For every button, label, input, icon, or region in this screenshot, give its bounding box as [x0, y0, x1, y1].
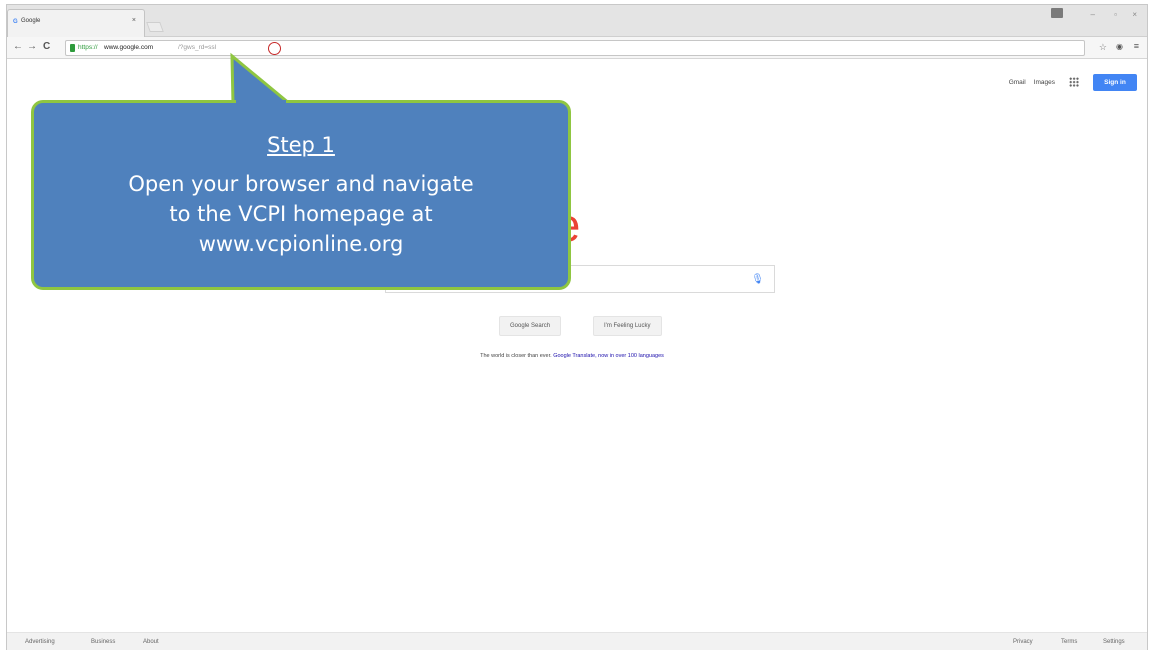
- bookmark-star-icon[interactable]: ☆: [1099, 42, 1107, 53]
- tab-google[interactable]: G Google ×: [7, 9, 145, 37]
- callout-title: Step 1: [267, 133, 335, 157]
- restore-icon[interactable]: ▫: [1114, 10, 1117, 19]
- google-topbar: Gmail Images Sign in: [1009, 72, 1137, 92]
- new-tab-button[interactable]: [146, 22, 164, 32]
- footer-terms-link[interactable]: Terms: [1061, 639, 1077, 645]
- address-bar[interactable]: https:// www.google.com /?gws_rd=ssl: [65, 40, 1085, 56]
- promo-link[interactable]: Google Translate, now in over 100 langua…: [553, 353, 664, 359]
- gmail-link[interactable]: Gmail: [1009, 79, 1026, 86]
- apps-grid-icon[interactable]: [1069, 77, 1079, 87]
- images-link[interactable]: Images: [1034, 79, 1055, 86]
- footer-business-link[interactable]: Business: [91, 639, 115, 645]
- footer-privacy-link[interactable]: Privacy: [1013, 639, 1033, 645]
- sign-in-button[interactable]: Sign in: [1093, 73, 1137, 91]
- click-indicator-circle: [268, 42, 281, 55]
- menu-icon[interactable]: ≡: [1134, 41, 1139, 51]
- footer-about-link[interactable]: About: [143, 639, 159, 645]
- promo-text: The world is closer than ever. Google Tr…: [307, 353, 837, 359]
- google-favicon-icon: G: [13, 19, 18, 25]
- user-profile-icon[interactable]: [1051, 8, 1063, 18]
- tab-strip: G Google × – ▫ ×: [7, 5, 1147, 37]
- lock-icon: [70, 44, 75, 52]
- footer-advertising-link[interactable]: Advertising: [25, 639, 55, 645]
- url-path: /?gws_rd=ssl: [178, 44, 217, 51]
- callout-text: Open your browser and navigate to the VC…: [128, 172, 474, 256]
- instruction-callout: Step 1 Open your browser and navigate to…: [31, 100, 571, 290]
- extension-icon[interactable]: ◉: [1116, 42, 1123, 51]
- feeling-lucky-button[interactable]: I'm Feeling Lucky: [593, 316, 662, 336]
- minimize-icon[interactable]: –: [1091, 10, 1095, 19]
- promo-sentence: The world is closer than ever.: [480, 353, 552, 359]
- url-host: www.google.com: [104, 44, 154, 51]
- tab-title: Google: [21, 18, 41, 24]
- google-search-button[interactable]: Google Search: [499, 316, 562, 336]
- forward-icon[interactable]: →: [27, 41, 37, 52]
- reload-icon[interactable]: C: [43, 41, 50, 52]
- microphone-icon[interactable]: 🎙: [751, 274, 764, 285]
- back-icon[interactable]: ←: [13, 41, 23, 52]
- url-scheme: https://: [78, 44, 98, 51]
- footer-settings-link[interactable]: Settings: [1103, 639, 1125, 645]
- browser-toolbar: ← → C https:// www.google.com /?gws_rd=s…: [7, 37, 1147, 59]
- tab-close-icon[interactable]: ×: [132, 17, 136, 24]
- page-footer: Advertising Business About Privacy Terms…: [7, 632, 1147, 650]
- close-window-icon[interactable]: ×: [1132, 10, 1137, 19]
